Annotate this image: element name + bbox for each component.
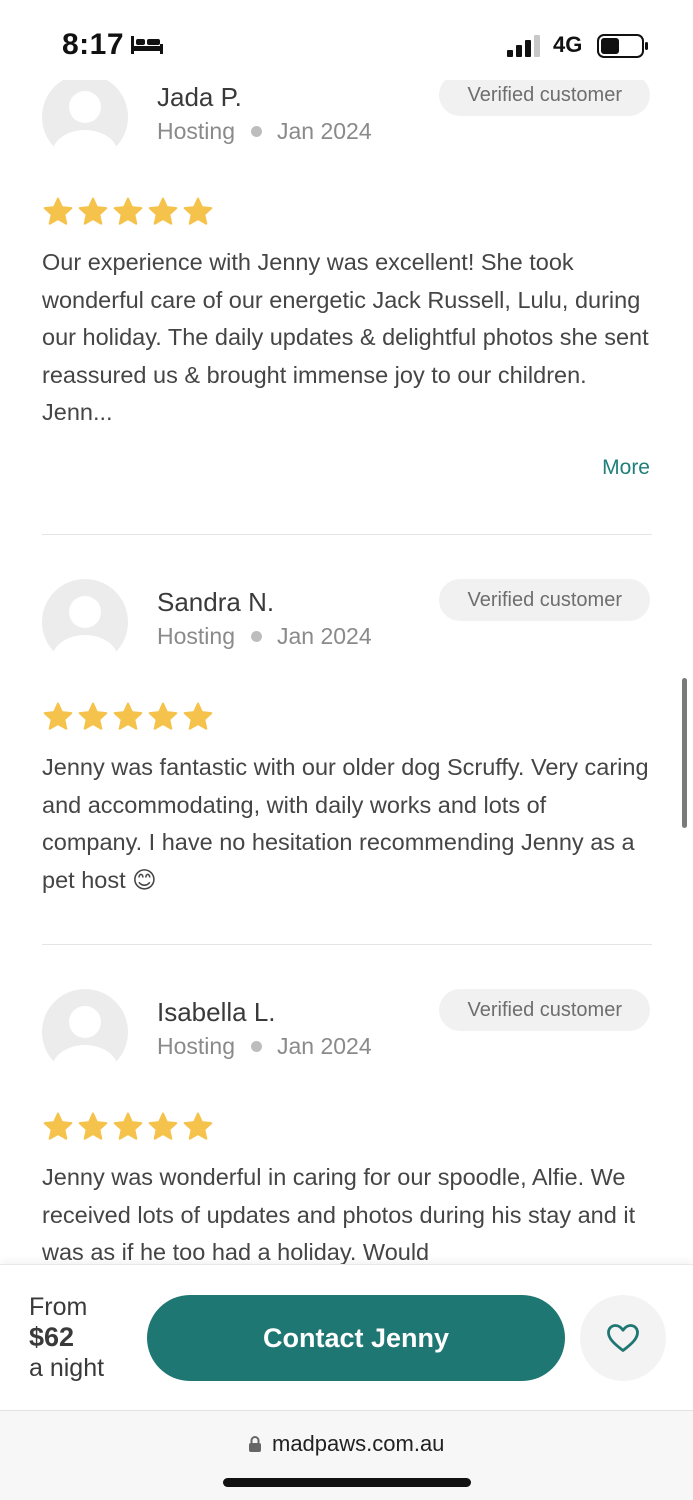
avatar bbox=[42, 989, 128, 1075]
favorite-button[interactable] bbox=[580, 1295, 666, 1381]
review-date: Jan 2024 bbox=[276, 118, 372, 144]
booking-bar: From $62 a night Contact Jenny bbox=[0, 1264, 693, 1410]
browser-url-bar[interactable]: madpaws.com.au bbox=[0, 1410, 693, 1500]
verified-badge: Verified customer bbox=[439, 579, 650, 621]
home-indicator[interactable] bbox=[223, 1478, 471, 1487]
star-icon bbox=[78, 197, 108, 225]
cellular-signal-icon bbox=[507, 35, 540, 57]
network-type: 4G bbox=[553, 32, 583, 57]
star-icon bbox=[183, 197, 213, 225]
star-icon bbox=[148, 197, 178, 225]
scrollbar[interactable] bbox=[682, 678, 687, 828]
star-icon bbox=[148, 1112, 178, 1140]
url-text[interactable]: madpaws.com.au bbox=[272, 1431, 444, 1457]
review-meta: Hosting Jan 2024 bbox=[157, 118, 372, 145]
star-icon bbox=[43, 197, 73, 225]
avatar bbox=[42, 579, 128, 665]
price-from-label: From bbox=[29, 1293, 88, 1321]
star-icon bbox=[113, 702, 143, 730]
status-bar: 8:17 4G bbox=[0, 0, 693, 80]
star-icon bbox=[78, 1112, 108, 1140]
review-text: Jenny was fantastic with our older dog S… bbox=[42, 754, 649, 893]
star-icon bbox=[43, 702, 73, 730]
star-rating bbox=[42, 701, 214, 733]
separator-dot bbox=[250, 631, 262, 642]
review-service: Hosting bbox=[157, 1033, 235, 1059]
divider bbox=[42, 534, 652, 535]
review-text: Our experience with Jenny was excellent!… bbox=[42, 249, 649, 425]
reviewer-name: Isabella L. bbox=[157, 997, 276, 1027]
star-icon bbox=[148, 702, 178, 730]
user-placeholder-icon bbox=[52, 91, 118, 160]
verified-badge: Verified customer bbox=[439, 74, 650, 116]
review-meta: Hosting Jan 2024 bbox=[157, 623, 372, 650]
contact-button[interactable]: Contact Jenny bbox=[147, 1295, 565, 1381]
star-icon bbox=[183, 702, 213, 730]
star-icon bbox=[43, 1112, 73, 1140]
review-service: Hosting bbox=[157, 623, 235, 649]
review-service: Hosting bbox=[157, 118, 235, 144]
verified-badge: Verified customer bbox=[439, 989, 650, 1031]
price-unit-label: a night bbox=[29, 1354, 105, 1382]
star-icon bbox=[183, 1112, 213, 1140]
separator-dot bbox=[250, 126, 262, 137]
star-icon bbox=[113, 1112, 143, 1140]
star-icon bbox=[78, 702, 108, 730]
star-icon bbox=[113, 197, 143, 225]
star-rating bbox=[42, 1111, 214, 1143]
review-date: Jan 2024 bbox=[276, 1033, 372, 1059]
reviewer-name: Jada P. bbox=[157, 82, 242, 112]
avatar bbox=[42, 74, 128, 160]
review-date: Jan 2024 bbox=[276, 623, 372, 649]
separator-dot bbox=[250, 1041, 262, 1052]
reviews-list[interactable]: Jada P. Hosting Jan 2024 Verified custom… bbox=[0, 0, 693, 1265]
heart-outline-icon bbox=[607, 1324, 639, 1352]
sleep-mode-icon bbox=[131, 36, 163, 54]
user-placeholder-icon bbox=[52, 596, 118, 665]
battery-icon bbox=[597, 34, 648, 58]
star-rating bbox=[42, 196, 214, 228]
reviewer-name: Sandra N. bbox=[157, 587, 275, 617]
lock-icon bbox=[249, 1436, 261, 1452]
divider bbox=[42, 944, 652, 945]
more-link[interactable]: More bbox=[602, 456, 650, 480]
review-text: Jenny was wonderful in caring for our sp… bbox=[42, 1164, 636, 1265]
user-placeholder-icon bbox=[52, 1006, 118, 1075]
price-amount: $62 bbox=[29, 1322, 75, 1352]
review-meta: Hosting Jan 2024 bbox=[157, 1033, 372, 1060]
status-time: 8:17 bbox=[62, 28, 125, 61]
